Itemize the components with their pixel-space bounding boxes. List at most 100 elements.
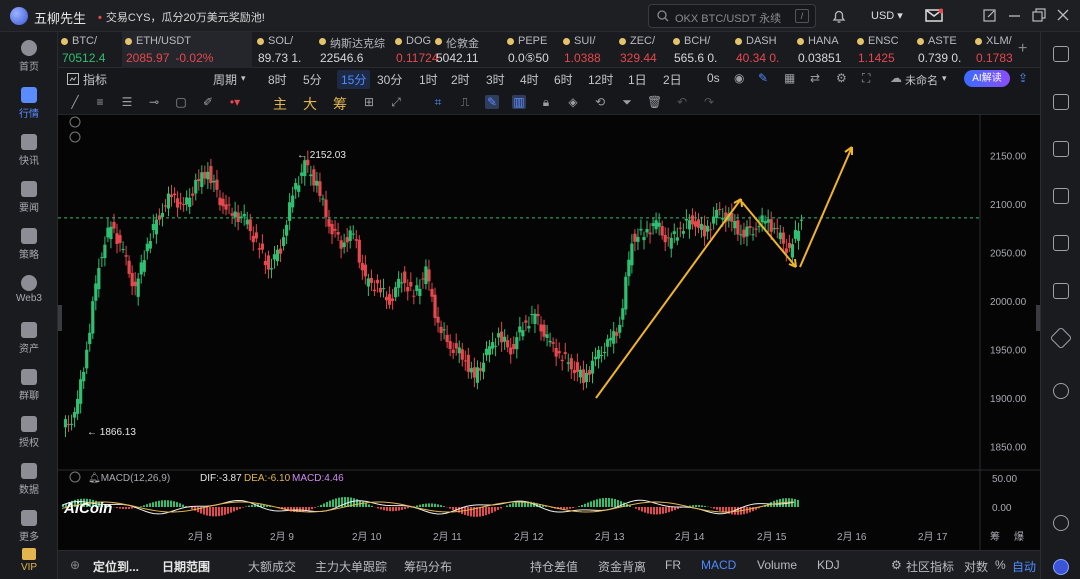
interval-button[interactable]: 30分 <box>377 71 402 88</box>
left-panel-handle[interactable] <box>58 305 62 331</box>
percent-scale-toggle[interactable]: % <box>995 558 1006 572</box>
hline-icon[interactable]: ⊸ <box>147 95 161 109</box>
sidebar-item-home[interactable]: 首页 <box>0 40 58 73</box>
rectangle-icon[interactable]: ▢ <box>174 95 188 109</box>
ticker-item[interactable]: ASTE 0.739 0. <box>914 32 970 68</box>
ticker-item[interactable]: ENSC 1.1425 <box>854 32 912 68</box>
ticker-item[interactable]: DOG 0.11724 <box>392 32 439 68</box>
interval-button[interactable]: 4时 <box>520 71 539 88</box>
filter-icon[interactable]: ⏷ <box>620 95 634 109</box>
hexagon-icon[interactable] <box>1049 326 1073 350</box>
auto-scale-toggle[interactable]: 自动 <box>1012 558 1036 575</box>
notice-banner[interactable]: • 交易CYS，瓜分20万美元奖励池! <box>98 9 265 25</box>
interval-button[interactable]: 15分 <box>337 70 371 89</box>
locate-to-button[interactable]: 定位到... <box>93 558 139 575</box>
period-chevron-icon[interactable]: ▾ <box>241 73 246 84</box>
fund-divergence-tab[interactable]: 资金背离 <box>598 558 646 575</box>
ticker-item[interactable]: HANA 0.03851 <box>794 32 852 68</box>
sidebar-item-auth[interactable]: 授权 <box>0 416 58 449</box>
avatar[interactable] <box>1053 559 1069 575</box>
trend-icon[interactable] <box>1053 188 1069 204</box>
close-icon[interactable] <box>1057 9 1069 21</box>
template-chevron-icon[interactable]: ▾ <box>942 73 947 84</box>
redo-icon[interactable]: ↷ <box>702 95 716 109</box>
hlines-icon[interactable]: ≡ <box>93 95 107 109</box>
interval-button[interactable]: 6时 <box>554 71 573 88</box>
template-select[interactable]: 未命名 <box>905 72 938 88</box>
big-order-tracking-tab[interactable]: 主力大单跟踪 <box>315 558 387 575</box>
trendline-icon[interactable]: ╱ <box>68 95 82 109</box>
ticker-item[interactable]: BCH/565.6 0. <box>670 32 730 68</box>
ticker-item[interactable]: 伦敦金 5042.11 <box>432 32 502 68</box>
interval-button[interactable]: 5分 <box>303 71 322 88</box>
interval-button[interactable]: 2日 <box>663 71 682 88</box>
undo-icon[interactable]: ↶ <box>675 95 689 109</box>
layout-icon[interactable]: ▦ <box>784 71 795 85</box>
price-chart[interactable]: 2150.00 2100.00 2050.00 2000.00 1950.00 1900.… <box>58 115 1040 550</box>
minimize-icon[interactable] <box>1008 9 1021 22</box>
date-range-button[interactable]: 日期范围 <box>162 558 210 575</box>
sidebar-item-more[interactable]: 更多 <box>0 510 58 543</box>
lock-icon[interactable]: 🔒︎ <box>539 95 553 109</box>
share-icon[interactable]: ⇪ <box>1018 71 1028 85</box>
crop-icon[interactable]: ⌗ <box>431 95 445 109</box>
interval-button[interactable]: 1时 <box>419 71 438 88</box>
large-trades-tab[interactable]: 大额成交 <box>248 558 296 575</box>
document-icon[interactable] <box>1053 94 1069 110</box>
alarm-icon[interactable] <box>1053 515 1069 531</box>
interval-button[interactable]: 1日 <box>628 71 647 88</box>
sidebar-item-vip[interactable]: VIP <box>0 548 58 573</box>
compare-icon[interactable]: ⇄ <box>810 71 820 85</box>
currency-select[interactable]: USD ▾ <box>871 9 903 22</box>
channel-icon[interactable]: ☰ <box>120 95 134 109</box>
grid-icon[interactable] <box>1053 46 1069 62</box>
zero-s-button[interactable]: 0s <box>707 71 720 85</box>
log-scale-toggle[interactable]: 对数 <box>964 558 988 575</box>
main-chip-button[interactable]: 主 <box>273 94 287 114</box>
period-button[interactable]: 周期 <box>213 71 237 88</box>
popout-icon[interactable] <box>983 9 996 22</box>
color-dots-icon[interactable]: •▾ <box>228 95 242 109</box>
ticker-item[interactable]: BTC/70512.4 <box>58 32 120 68</box>
position-diff-tab[interactable]: 持仓差值 <box>530 558 578 575</box>
sidebar-item-data[interactable]: 数据 <box>0 463 58 496</box>
chart-icon[interactable] <box>1053 235 1069 251</box>
fullscreen-icon[interactable]: ⛶ <box>862 71 870 86</box>
sidebar-item-web3[interactable]: Web3 <box>0 275 58 304</box>
sidebar-item-headlines[interactable]: 要闻 <box>0 181 58 214</box>
camera-icon[interactable]: ◉ <box>734 71 744 85</box>
indicators-button[interactable]: 指标 <box>83 71 107 88</box>
magnet-icon[interactable]: ⊞ <box>362 95 376 109</box>
fr-tab[interactable]: FR <box>665 558 681 572</box>
bars-mode-icon[interactable]: ▥ <box>512 95 526 109</box>
cursor-icon[interactable]: ⤢ <box>389 95 403 109</box>
trash-icon[interactable]: 🗑︎ <box>647 95 662 109</box>
mail-icon[interactable] <box>925 8 943 23</box>
sidebar-item-strategy[interactable]: 策略 <box>0 228 58 261</box>
sidebar-item-chat[interactable]: 群聊 <box>0 369 58 402</box>
ticker-item[interactable]: SUI/1.0388 <box>560 32 614 68</box>
interval-button[interactable]: 8时 <box>268 71 287 88</box>
sidebar-item-market[interactable]: 行情 <box>0 87 58 120</box>
sidebar-item-newsflash[interactable]: 快讯 <box>0 134 58 167</box>
locate-icon[interactable]: ⊕ <box>70 558 80 572</box>
restore-icon[interactable] <box>1032 8 1046 22</box>
sidebar-item-assets[interactable]: 资产 <box>0 322 58 355</box>
chart-canvas[interactable]: 2150.00 2100.00 2050.00 2000.00 1950.00 1900.… <box>58 115 1040 550</box>
pen-icon[interactable]: ✎ <box>758 71 768 85</box>
chip-distribution-button[interactable]: 筹 <box>333 94 347 114</box>
community-icon[interactable]: ⚙ <box>891 558 902 572</box>
kdj-tab[interactable]: KDJ <box>817 558 840 572</box>
brush-icon[interactable]: ✐ <box>201 95 215 109</box>
screen-icon[interactable] <box>1053 283 1069 299</box>
ticker-item[interactable]: DASH 40.34 0. <box>732 32 792 68</box>
ai-analysis-button[interactable]: AI解读 <box>964 70 1010 87</box>
community-indicators-button[interactable]: 社区指标 <box>906 558 954 575</box>
big-chip-button[interactable]: 大 <box>303 94 317 114</box>
ticker-item[interactable]: 纳斯达克综 22546.6 <box>316 32 390 68</box>
interval-button[interactable]: 3时 <box>486 71 505 88</box>
bell-icon[interactable] <box>831 8 847 24</box>
ticker-item[interactable]: PEPE 0.0⑤50 <box>504 32 558 68</box>
ruler-icon[interactable]: ⎍ <box>458 95 472 109</box>
undo-draw-icon[interactable]: ⟲ <box>593 95 607 109</box>
